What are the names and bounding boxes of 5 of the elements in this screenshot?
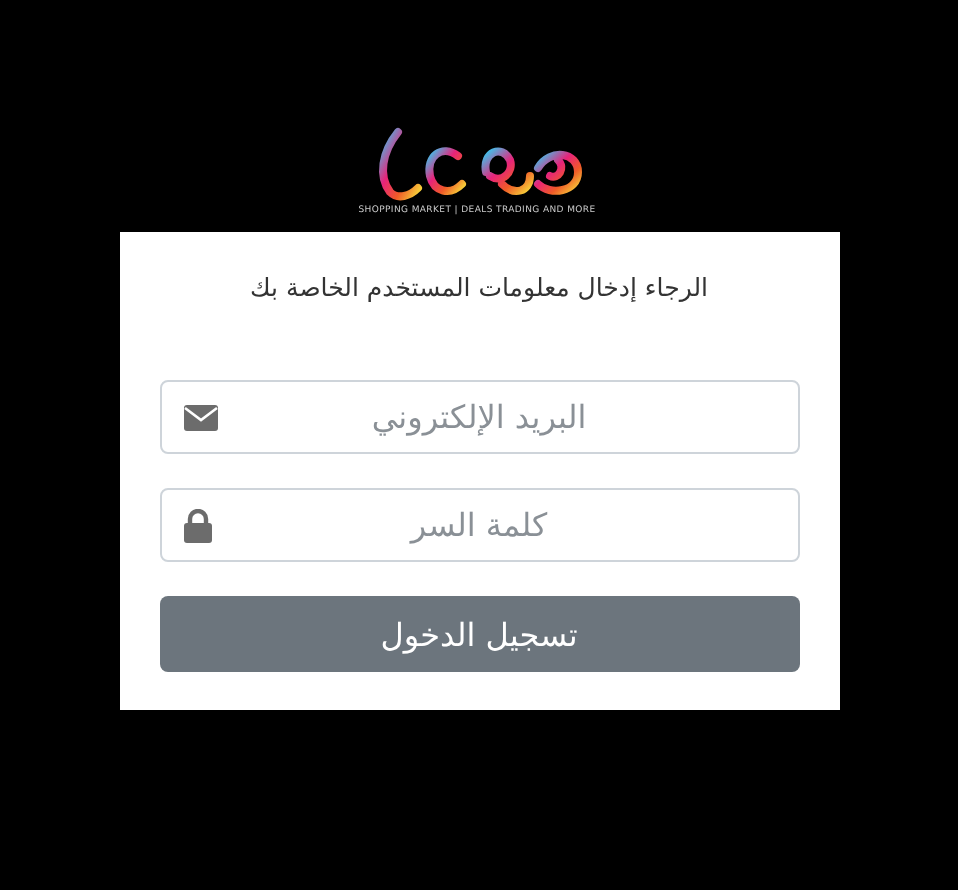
lock-icon (183, 508, 211, 542)
login-button[interactable]: تسجيل الدخول (159, 596, 799, 672)
login-prompt: الرجاء إدخال معلومات المستخدم الخاصة بك (248, 272, 710, 306)
password-field[interactable]: كلمة السر (159, 488, 799, 562)
email-field[interactable]: البريد الإلكتروني (159, 380, 799, 454)
